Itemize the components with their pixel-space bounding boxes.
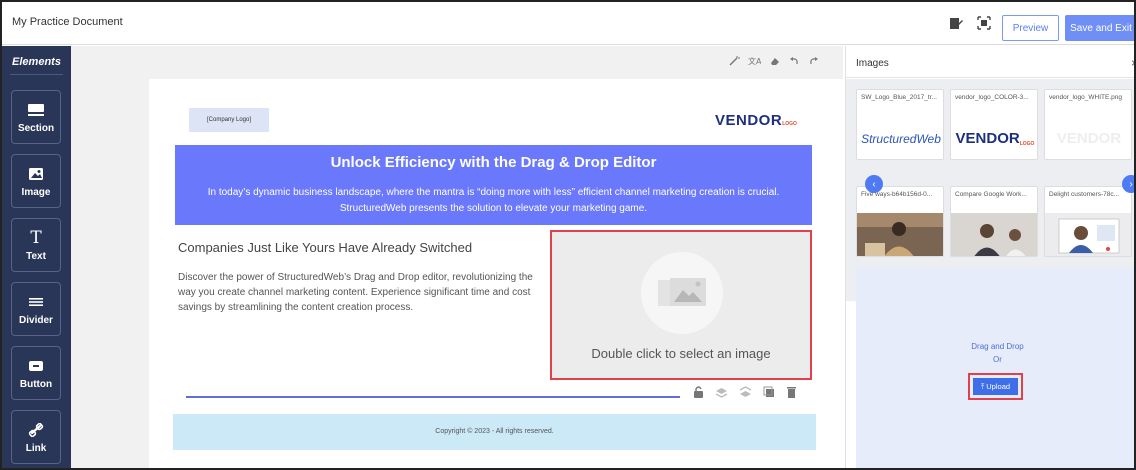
gallery-thumbnail[interactable]: Delight customers-78c... xyxy=(1044,186,1132,257)
layers-up-icon[interactable] xyxy=(715,385,728,403)
image-placeholder[interactable]: Double click to select an image xyxy=(550,230,812,380)
divider-icon xyxy=(28,293,44,311)
image-placeholder-text: Double click to select an image xyxy=(591,346,771,361)
preview-button[interactable]: Preview xyxy=(1002,15,1059,41)
element-link[interactable]: Link xyxy=(11,410,61,464)
element-image[interactable]: Image xyxy=(11,154,61,208)
footer-bar[interactable]: Copyright © 2023 - All rights reserved. xyxy=(173,414,816,450)
thumbnail-caption: Delight customers-78c... xyxy=(1049,191,1120,198)
button-icon xyxy=(28,357,44,375)
element-label: Button xyxy=(19,378,53,390)
banner-heading: Unlock Efficiency with the Drag & Drop E… xyxy=(330,154,657,171)
gallery-next-button[interactable]: › xyxy=(1122,175,1134,193)
thumbnail-art-text: VENDOR xyxy=(955,130,1020,147)
duplicate-icon[interactable] xyxy=(763,385,775,403)
thumbnail-art-sub: LOGO xyxy=(1019,141,1035,147)
row-toolbar xyxy=(682,383,808,405)
gallery-thumbnail[interactable]: Compare Google Work... xyxy=(950,186,1038,257)
chevron-left-icon: ‹ xyxy=(872,178,876,190)
content-divider[interactable] xyxy=(186,396,680,398)
link-icon xyxy=(28,421,44,439)
upload-label: Upload xyxy=(986,382,1011,391)
thumbnail-caption: vendor_logo_WHITE.png xyxy=(1049,94,1122,101)
vendor-logo[interactable]: VENDORLOGO xyxy=(715,112,797,129)
gallery-thumbnail[interactable]: Five ways-b64b156d-0... xyxy=(856,186,944,257)
image-placeholder-icon xyxy=(656,276,708,315)
svg-text:文A: 文A xyxy=(748,56,761,66)
element-label: Section xyxy=(17,122,55,134)
images-panel-title: Images xyxy=(856,58,889,69)
vendor-logo-text: VENDOR xyxy=(715,112,783,129)
thumbnail-caption: Compare Google Work... xyxy=(955,191,1027,198)
elements-sidebar: Elements Section Image T Text Divider Bu… xyxy=(2,46,71,468)
layers-down-icon[interactable] xyxy=(739,385,752,403)
section-body[interactable]: Discover the power of StructuredWeb’s Dr… xyxy=(178,270,543,315)
upload-dropzone[interactable]: Drag and Drop Or xyxy=(856,268,1134,468)
images-panel: Images × SW_Logo_Blue_2017_tr... Structu… xyxy=(845,46,1134,468)
upload-icon: ⤒ xyxy=(980,381,985,391)
image-icon xyxy=(28,165,44,183)
company-logo-placeholder[interactable]: [Company Logo] xyxy=(189,108,269,132)
image-placeholder-circle xyxy=(641,252,723,334)
eraser-icon[interactable] xyxy=(769,54,781,72)
delete-icon[interactable] xyxy=(786,385,797,403)
save-and-exit-button[interactable]: Save and Exit xyxy=(1065,15,1134,41)
redo-icon[interactable] xyxy=(808,54,819,72)
banner-text: In today’s dynamic business landscape, w… xyxy=(207,187,780,214)
element-button[interactable]: Button xyxy=(11,346,61,400)
edit-toolbar: 文A xyxy=(728,56,819,70)
thumbnail-art-text: StructuredWeb xyxy=(861,131,941,146)
section-icon xyxy=(27,101,45,119)
thumbnail-image: VENDOR xyxy=(1045,116,1131,159)
thumbnail-image: StructuredWeb xyxy=(857,116,943,159)
vendor-logo-sub: LOGO xyxy=(782,121,797,127)
thumbnail-caption: SW_Logo_Blue_2017_tr... xyxy=(861,94,937,101)
thumbnail-image xyxy=(857,213,943,256)
thumbnail-image xyxy=(951,213,1037,256)
fit-screen-icon[interactable] xyxy=(977,16,991,30)
element-label: Image xyxy=(21,186,51,198)
top-bar: My Practice Document Preview Save and Ex… xyxy=(2,2,1134,45)
sidebar-title: Elements xyxy=(12,56,61,68)
upload-highlight: ⤒ Upload xyxy=(968,373,1023,400)
close-icon[interactable]: × xyxy=(1131,56,1134,70)
thumbnail-caption: vendor_logo_COLOR-3... xyxy=(955,94,1029,101)
edit-document-icon[interactable] xyxy=(949,16,963,30)
element-divider[interactable]: Divider xyxy=(11,282,61,336)
section-heading[interactable]: Companies Just Like Yours Have Already S… xyxy=(178,240,472,255)
element-label: Text xyxy=(26,250,46,262)
hero-banner[interactable]: Unlock Efficiency with the Drag & Drop E… xyxy=(175,145,812,225)
translate-icon[interactable]: 文A xyxy=(748,54,762,72)
gallery-thumbnail[interactable]: vendor_logo_WHITE.png VENDOR xyxy=(1044,89,1132,160)
thumbnail-art-text: VENDOR xyxy=(1056,130,1122,147)
lock-icon[interactable] xyxy=(693,385,704,403)
drag-drop-text: Drag and Drop xyxy=(971,342,1024,351)
chevron-right-icon: › xyxy=(1129,178,1133,190)
upload-button[interactable]: ⤒ Upload xyxy=(973,378,1018,395)
gallery-thumbnail[interactable]: SW_Logo_Blue_2017_tr... StructuredWeb xyxy=(856,89,944,160)
text-icon: T xyxy=(30,227,42,248)
element-text[interactable]: T Text xyxy=(11,218,61,272)
app-window: My Practice Document Preview Save and Ex… xyxy=(0,0,1136,470)
thumbnail-image xyxy=(1045,213,1131,256)
undo-icon[interactable] xyxy=(789,54,800,72)
element-label: Link xyxy=(25,442,47,454)
document-title: My Practice Document xyxy=(12,16,123,28)
images-panel-header: Images × xyxy=(846,46,1134,78)
element-section[interactable]: Section xyxy=(11,90,61,144)
gallery-thumbnail[interactable]: vendor_logo_COLOR-3... VENDOR LOGO xyxy=(950,89,1038,160)
or-text: Or xyxy=(993,355,1002,364)
gallery-prev-button[interactable]: ‹ xyxy=(865,175,883,193)
footer-text: Copyright © 2023 - All rights reserved. xyxy=(435,428,554,435)
element-label: Divider xyxy=(19,314,53,326)
thumbnail-image: VENDOR LOGO xyxy=(951,116,1037,159)
sidebar-divider xyxy=(10,74,63,75)
magic-wand-icon[interactable] xyxy=(728,54,740,72)
